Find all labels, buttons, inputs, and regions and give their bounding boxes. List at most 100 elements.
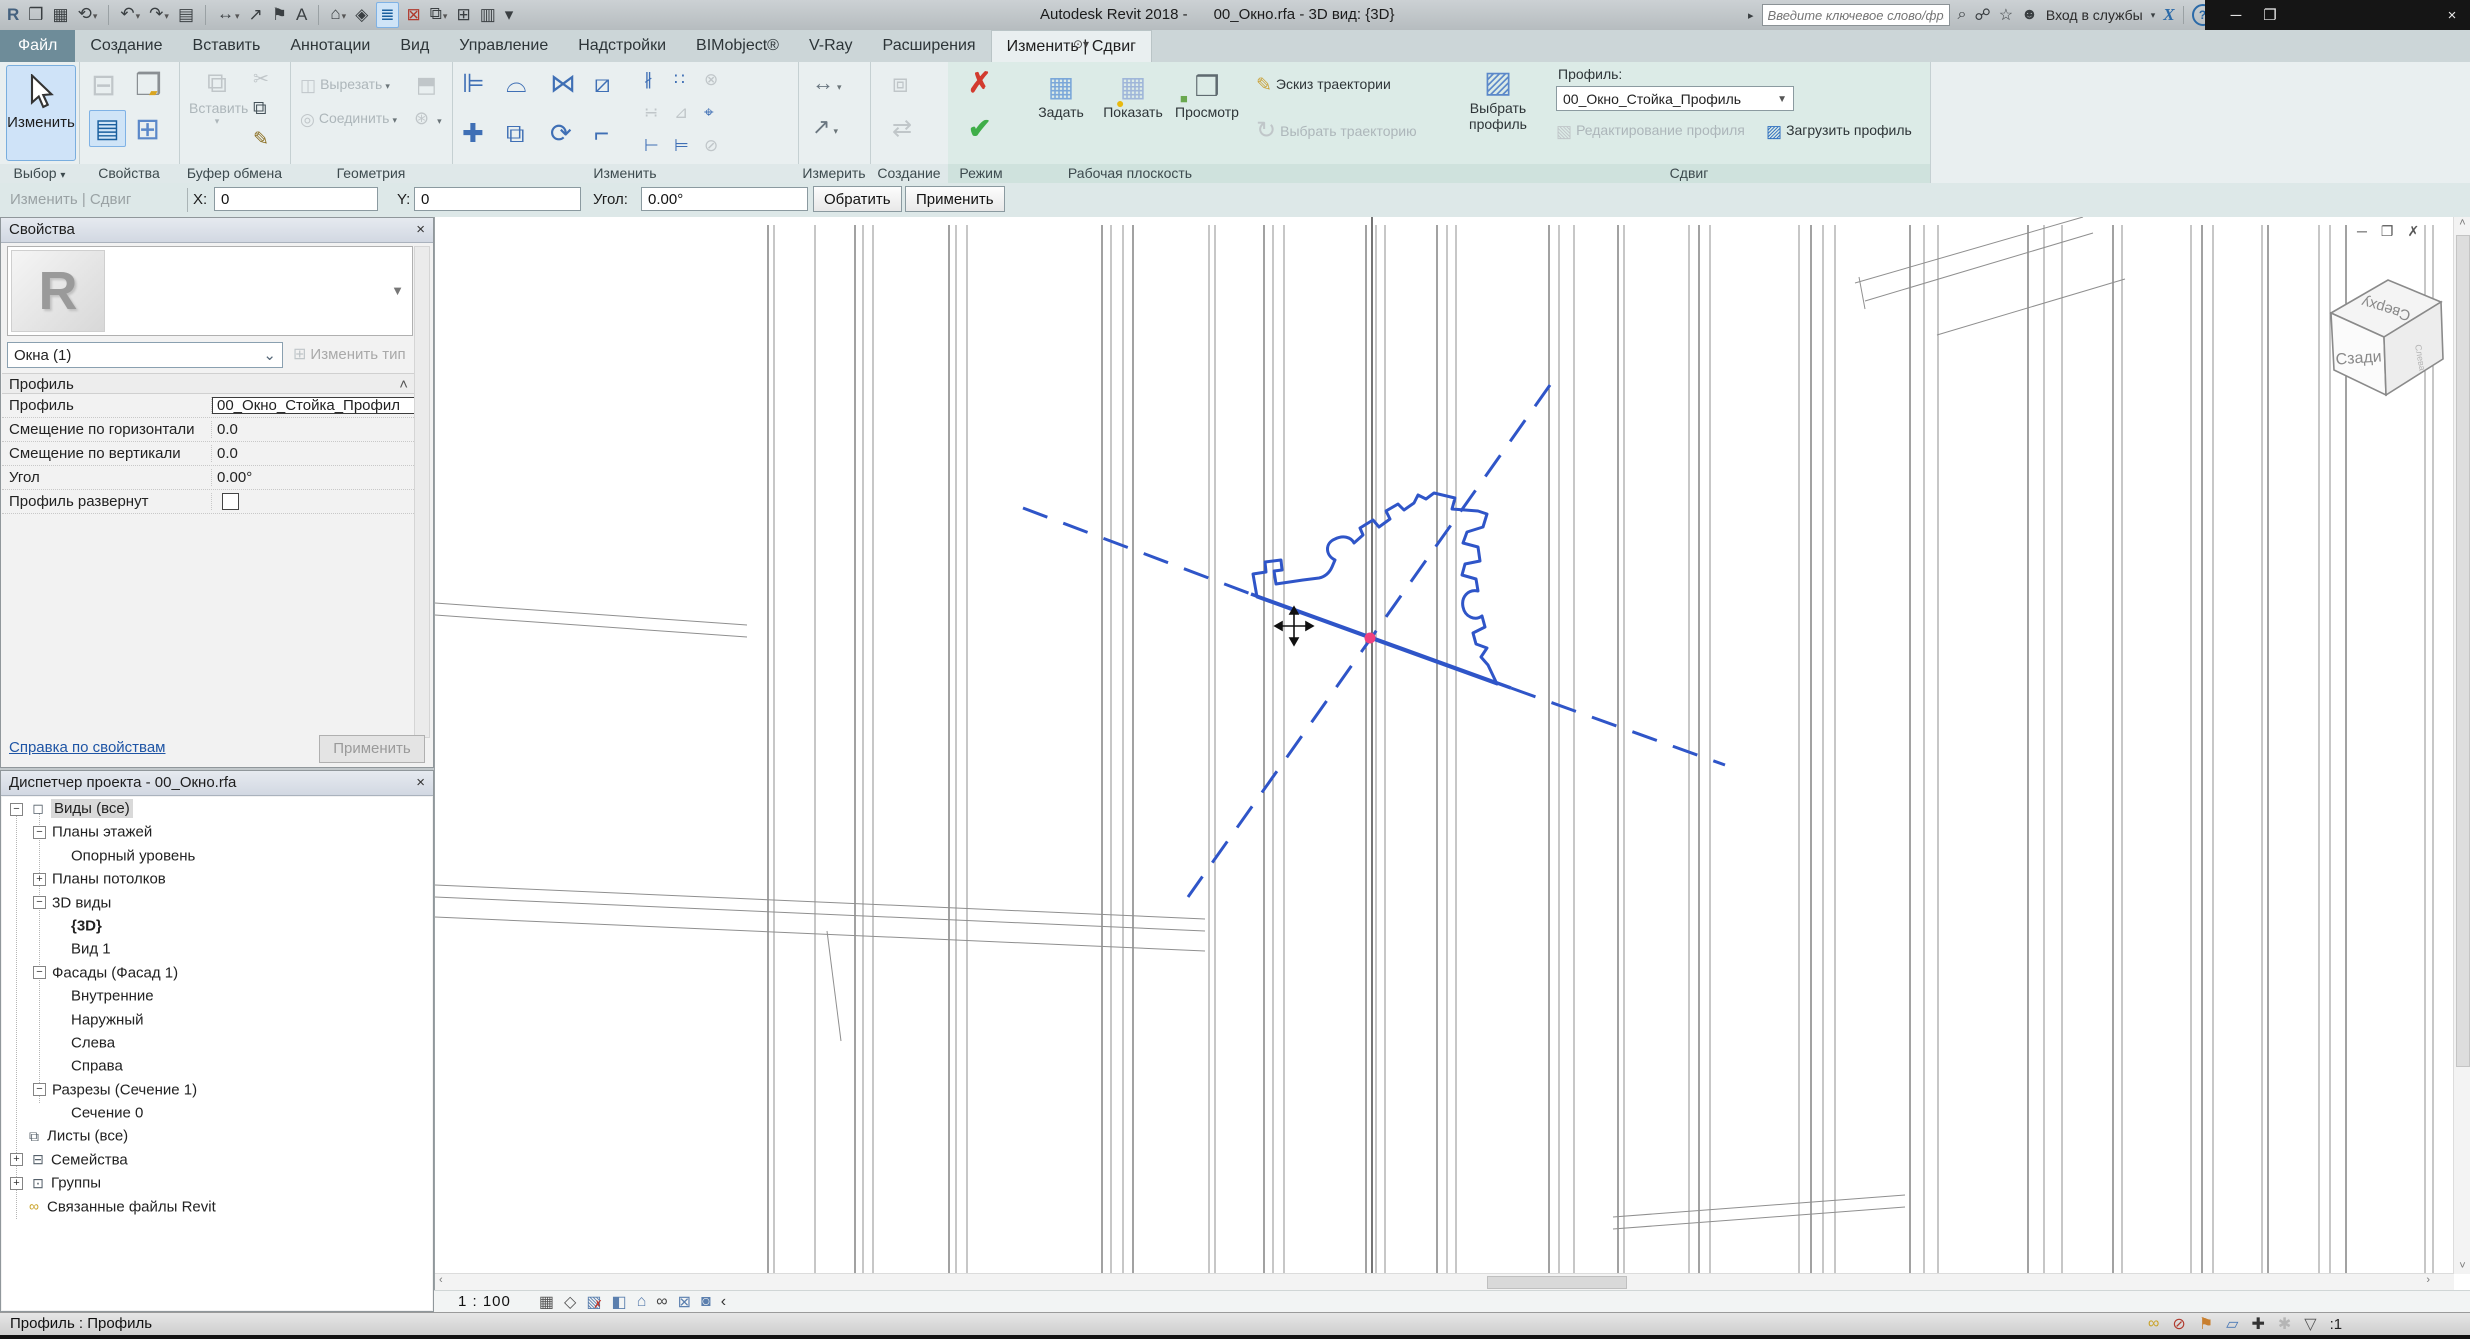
vertical-scroll-thumb[interactable] [2456, 235, 2470, 1067]
tree-item-label[interactable]: Сечение 0 [71, 1104, 143, 1121]
properties-scrollbar[interactable] [414, 246, 430, 738]
trim-extend-single-icon[interactable]: ⊢ [644, 136, 659, 156]
profile-section-header[interactable]: Профиль˄ [2, 373, 418, 394]
panel-label-offset[interactable]: Сдвиг [1448, 164, 1930, 183]
tab-1[interactable]: Создание [75, 30, 177, 62]
properties-close-icon[interactable]: × [416, 218, 425, 242]
properties-header[interactable]: Свойства× [1, 218, 433, 243]
cancel-mode-icon[interactable]: ✗ [968, 66, 991, 99]
hide-isolate-icon[interactable]: ∞ [656, 1293, 667, 1311]
delete-icon[interactable]: ⊘ [704, 136, 718, 156]
match-properties-icon[interactable]: ✎ [253, 128, 269, 151]
tree-item[interactable]: −Разрезы (Сечение 1) [2, 1078, 432, 1101]
tile-windows-icon[interactable]: ▥ [479, 0, 497, 30]
collapse-infocenter-icon[interactable]: ▸ [1748, 9, 1754, 22]
sync-icon[interactable]: ⟲▾ [77, 0, 99, 31]
mirror-draw-axis-icon[interactable]: ⧄ [594, 68, 611, 100]
select-by-face-icon[interactable]: ▱ [2226, 1314, 2238, 1334]
crop-lock-icon[interactable]: ⊠ [678, 1292, 691, 1312]
tree-item-label[interactable]: Опорный уровень [71, 847, 195, 864]
rendering-dialog-icon[interactable]: ⌂ [637, 1293, 647, 1311]
pick-profile-button[interactable]: ▨ Выбрать профиль [1456, 66, 1540, 132]
property-value[interactable]: 0.00° [212, 469, 418, 486]
vertical-scrollbar[interactable]: ˄˅ [2453, 217, 2470, 1274]
revit-logo-icon[interactable]: R [6, 0, 20, 30]
tab-7[interactable]: BIMobject® [681, 30, 794, 62]
tree-item[interactable]: Внутренние [2, 984, 432, 1007]
section-icon[interactable]: ◈ [354, 0, 369, 30]
type-selector[interactable]: R ▼ [7, 246, 413, 336]
tree-item[interactable]: ∞Связанные файлы Revit [2, 1195, 432, 1218]
collapse-node-icon[interactable]: − [33, 966, 46, 979]
unjoin-icon[interactable]: ⊗ [704, 70, 718, 90]
tab-3[interactable]: Аннотации [275, 30, 385, 62]
viewer-button[interactable]: ❒■Просмотр [1172, 70, 1242, 120]
tab-4[interactable]: Вид [385, 30, 444, 62]
split-with-gap-icon[interactable]: ∷ [674, 70, 685, 90]
communication-center-icon[interactable]: ☍ [1975, 5, 1991, 25]
view-minimize-icon[interactable]: ─ [2357, 223, 2367, 240]
background-processes-icon[interactable]: ✱ [2278, 1314, 2291, 1334]
apply-option-button[interactable]: Применить [905, 186, 1005, 212]
load-profile-button[interactable]: ▨Загрузить профиль [1766, 122, 1912, 142]
y-input[interactable] [414, 187, 581, 211]
user-interface-grid-icon[interactable]: ⊞ [455, 0, 471, 30]
view-close-icon[interactable]: ✗ [2407, 223, 2419, 240]
properties-help-link[interactable]: Справка по свойствам [9, 739, 166, 756]
section-collapse-icon[interactable]: ˄ [399, 374, 408, 395]
tab-8[interactable]: V-Ray [794, 30, 868, 62]
collapse-node-icon[interactable]: − [33, 826, 46, 839]
panel-label-create[interactable]: Создание [870, 164, 948, 183]
viewcube[interactable]: Сверху Сзади Слева [2331, 280, 2443, 395]
customize-qat-icon[interactable]: ▾ [504, 0, 515, 30]
drag-on-selection-icon[interactable]: ✚ [2251, 1314, 2264, 1334]
copy-icon[interactable]: ⧉ [506, 118, 525, 150]
text-icon[interactable]: A [295, 0, 308, 30]
pin-icon[interactable]: ⌖ [704, 103, 714, 123]
flip-button[interactable]: Обратить [813, 186, 902, 212]
tree-item[interactable]: −Фасады (Фасад 1) [2, 961, 432, 984]
search-icon[interactable]: ⌕ [1958, 6, 1967, 24]
tree-item-label[interactable]: Планы потолков [52, 871, 166, 888]
tab-6[interactable]: Надстройки [563, 30, 681, 62]
panel-label-modify[interactable]: Изменить [452, 164, 798, 183]
switch-windows-icon[interactable]: ⧉▾ [429, 0, 449, 31]
tab-9[interactable]: Расширения [868, 30, 991, 62]
panel-label-measure[interactable]: Измерить [798, 164, 870, 183]
filter-select[interactable]: Окна (1)⌄ [7, 342, 283, 368]
offset-icon[interactable]: ⌓ [506, 68, 527, 100]
panel-label-properties[interactable]: Свойства [79, 164, 179, 183]
collapse-node-icon[interactable]: − [33, 1083, 46, 1096]
tab-2[interactable]: Вставить [178, 30, 276, 62]
drawing-area[interactable]: Сверху Сзади Слева ─ ❐ ✗ ˄˅ ‹› [434, 217, 2470, 1290]
property-value[interactable]: 0.0 [212, 421, 418, 438]
tree-item-label[interactable]: Виды (все) [51, 799, 133, 818]
measure-tool-icon[interactable]: ↔▾ [812, 70, 842, 96]
sketch-path-button[interactable]: ✎Эскиз траектории [1256, 74, 1391, 97]
search-input[interactable] [1762, 4, 1950, 26]
panel-label-select[interactable]: Выбор ▾ [0, 164, 79, 183]
dimension-tool-icon[interactable]: ↗▾ [812, 114, 838, 140]
minimize-icon[interactable]: ─ [2219, 7, 2253, 24]
tree-item[interactable]: {3D} [2, 914, 432, 937]
drag-origin-point[interactable] [1365, 633, 1376, 644]
user-icon[interactable]: ☻ [2021, 6, 2038, 24]
trim-corner-icon[interactable]: ⌐ [594, 118, 609, 149]
horizontal-scrollbar[interactable]: ‹› [435, 1273, 2454, 1290]
mirror-pick-axis-icon[interactable]: ⋈ [550, 68, 576, 99]
selection-filter-icon[interactable]: ▽ [2304, 1314, 2316, 1334]
reveal-hidden-icon[interactable]: ◙ [701, 1293, 711, 1311]
collapse-viewbar-icon[interactable]: ‹ [721, 1293, 726, 1311]
profile-outline[interactable] [1253, 493, 1497, 684]
copy-to-clipboard-icon[interactable]: ⧉ [253, 98, 267, 120]
horizontal-scroll-thumb[interactable] [1487, 1276, 1627, 1289]
tree-item-label[interactable]: Слева [71, 1034, 115, 1051]
type-selector-arrow-icon[interactable]: ▼ [391, 283, 404, 298]
property-value[interactable]: 0.0 [212, 445, 418, 462]
measure-icon[interactable]: ↔▾ [216, 0, 241, 31]
properties-icon[interactable]: ▤ [89, 110, 126, 147]
open-icon[interactable]: ❒ [27, 0, 44, 30]
default-3d-view-icon[interactable]: ⌂▾ [329, 0, 347, 31]
tree-item-label[interactable]: Фасады (Фасад 1) [52, 964, 178, 981]
project-browser-header[interactable]: Диспетчер проекта - 00_Окно.rfa× [1, 771, 433, 796]
